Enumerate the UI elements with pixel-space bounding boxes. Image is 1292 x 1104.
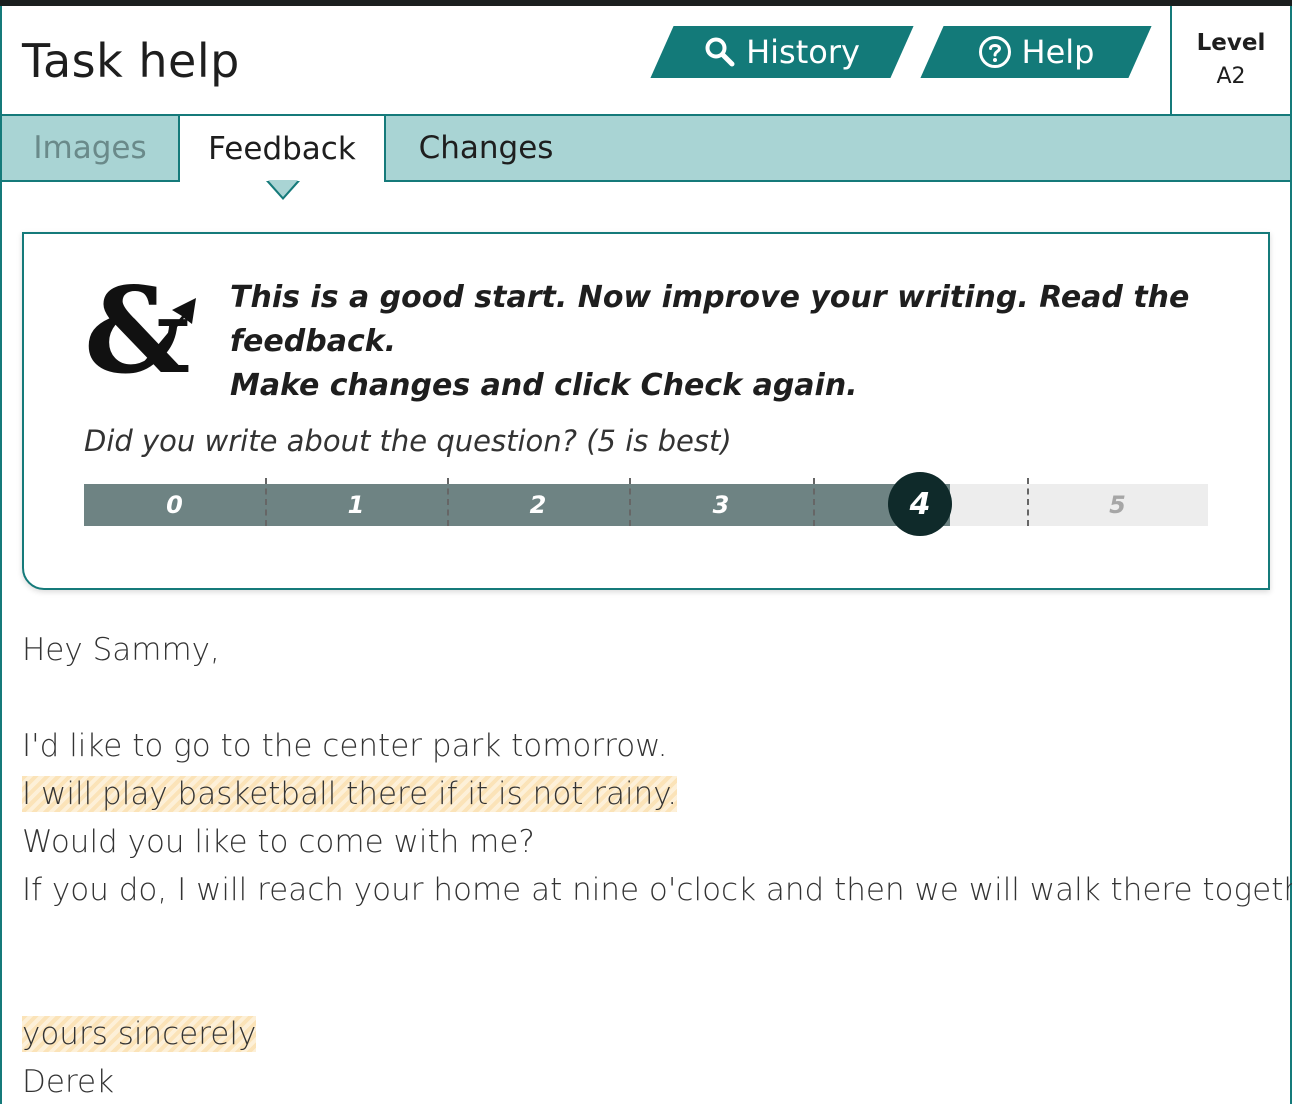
highlighted-feedback-text[interactable]: yours sincerely bbox=[22, 1016, 257, 1052]
letter-line: Derek bbox=[22, 1058, 1270, 1104]
letter-line: I will play basketball there if it is no… bbox=[22, 770, 1270, 818]
letter-text: Hey Sammy, I'd like to go to the center p… bbox=[22, 626, 1292, 1104]
highlighted-feedback-text[interactable]: I will play basketball there if it is no… bbox=[22, 776, 678, 812]
search-icon bbox=[704, 36, 736, 68]
rating-scale-divider bbox=[813, 478, 815, 526]
feedback-message-line2: Make changes and click Check again. bbox=[230, 368, 858, 403]
tab-changes[interactable]: Changes bbox=[386, 116, 586, 180]
feedback-message-line1: This is a good start. Now improve your w… bbox=[230, 280, 1190, 359]
letter-line-text: Hey Sammy, bbox=[22, 632, 220, 668]
letter-line-text: Derek bbox=[22, 1064, 115, 1100]
history-button[interactable]: History bbox=[650, 26, 914, 78]
rating-scale-label: 0 bbox=[166, 491, 183, 519]
feedback-card: & This is a good start. Now improve your… bbox=[22, 232, 1270, 590]
letter-line: yours sincerely bbox=[22, 1010, 1270, 1058]
rating-scale-label: 3 bbox=[712, 491, 730, 519]
letter-line bbox=[22, 962, 1270, 1010]
header: Task help History Help Level A2 bbox=[2, 6, 1290, 116]
rating-question: Did you write about the question? (5 is … bbox=[84, 424, 732, 458]
letter-line: If you do, I will reach your home at nin… bbox=[22, 866, 1292, 914]
level-indicator: Level A2 bbox=[1170, 6, 1290, 114]
rating-scale-divider bbox=[1027, 478, 1029, 526]
letter-line-text: If you do, I will reach your home at nin… bbox=[22, 872, 1292, 908]
rating-scale-label: 1 bbox=[347, 491, 365, 519]
letter-line-text: I'd like to go to the center park tomorr… bbox=[22, 728, 668, 764]
rating-scale-divider bbox=[629, 478, 631, 526]
letter-line: I'd like to go to the center park tomorr… bbox=[22, 722, 1270, 770]
history-label: History bbox=[746, 33, 860, 71]
rating-scale-divider bbox=[447, 478, 449, 526]
svg-text:&: & bbox=[84, 276, 191, 386]
tab-feedback[interactable]: Feedback bbox=[178, 116, 386, 182]
page-title: Task help bbox=[22, 34, 240, 88]
level-value: A2 bbox=[1216, 64, 1246, 89]
letter-line bbox=[22, 914, 1270, 962]
feedback-message: This is a good start. Now improve your w… bbox=[230, 276, 1240, 408]
rating-score-marker: 4 bbox=[888, 472, 952, 536]
letter-line: Would you like to come with me? bbox=[22, 818, 1270, 866]
rating-scale: 0 1 2 3 5 4 bbox=[84, 472, 1208, 536]
letter-line: Hey Sammy, bbox=[22, 626, 1270, 674]
question-circle-icon bbox=[978, 35, 1012, 69]
tab-bar: Images Feedback Changes bbox=[2, 116, 1290, 182]
level-label: Level bbox=[1196, 30, 1266, 56]
help-label: Help bbox=[1021, 33, 1095, 71]
help-button[interactable]: Help bbox=[920, 26, 1152, 78]
ampersand-arrow-logo: & bbox=[84, 261, 200, 400]
rating-scale-divider bbox=[265, 478, 267, 526]
letter-line-text: Would you like to come with me? bbox=[22, 824, 535, 860]
tab-images[interactable]: Images bbox=[2, 116, 178, 180]
rating-scale-label: 2 bbox=[529, 491, 547, 519]
letter-line bbox=[22, 674, 1270, 722]
rating-scale-label: 5 bbox=[1109, 491, 1126, 519]
